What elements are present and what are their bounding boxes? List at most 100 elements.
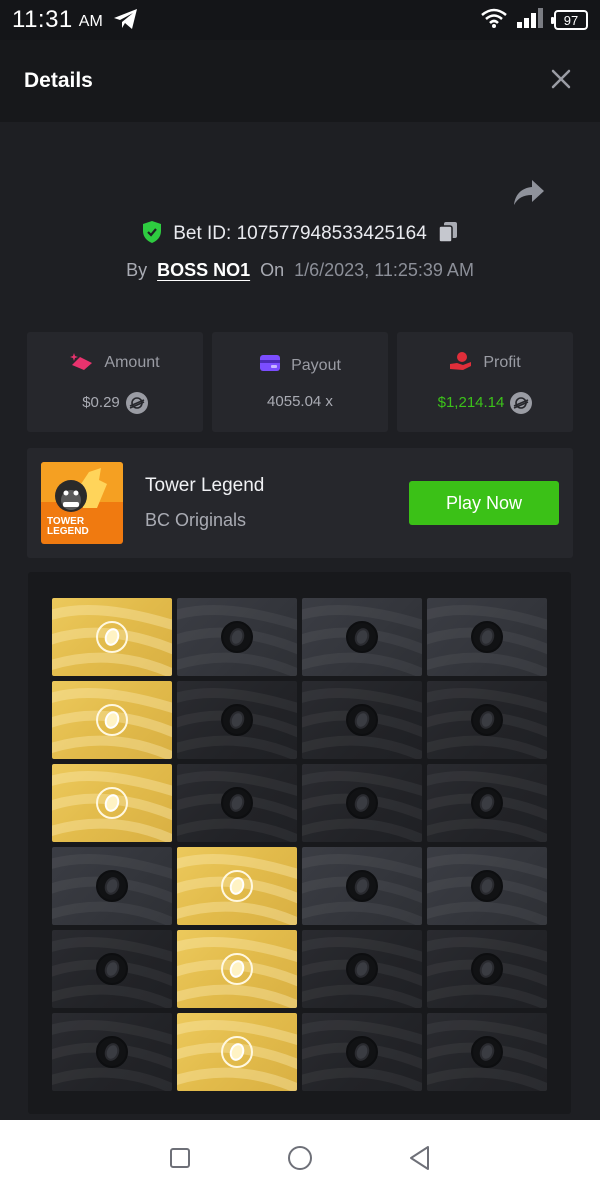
hidden-tile: [427, 598, 547, 676]
payout-label: Payout: [291, 356, 341, 374]
profit-value: $1,214.14: [437, 394, 505, 411]
egg-icon: [221, 621, 253, 653]
game-name[interactable]: Tower Legend: [145, 475, 264, 497]
back-button[interactable]: [400, 1140, 440, 1180]
egg-icon: [96, 704, 128, 736]
hidden-tile: [177, 764, 297, 842]
egg-icon: [346, 953, 378, 985]
signal-icon: [516, 7, 546, 34]
payout-card: Payout 4055.04 x: [212, 332, 388, 432]
game-card: TOWER LEGEND Tower Legend BC Originals P…: [27, 448, 573, 558]
recents-button[interactable]: [160, 1140, 200, 1180]
egg-icon: [471, 870, 503, 902]
amount-value: $0.29: [82, 394, 120, 411]
hidden-tile: [177, 681, 297, 759]
egg-icon: [96, 787, 128, 819]
copy-icon: [437, 220, 459, 249]
egg-icon: [471, 704, 503, 736]
egg-icon: [471, 953, 503, 985]
hidden-tile: [302, 681, 422, 759]
amount-card: Amount $0.29: [27, 332, 203, 432]
status-bar: 11:31 AM 97: [0, 0, 600, 40]
profit-icon: [449, 351, 473, 376]
hidden-tile: [427, 681, 547, 759]
egg-icon: [471, 787, 503, 819]
stellar-coin-icon: [510, 391, 533, 414]
bet-id-row: Bet ID: 107577948533425164: [0, 218, 600, 250]
hidden-tile: [302, 930, 422, 1008]
triangle-back-icon: [408, 1145, 432, 1176]
hidden-tile: [427, 1013, 547, 1091]
battery-indicator: 97: [551, 10, 588, 30]
egg-icon: [96, 870, 128, 902]
egg-icon: [346, 870, 378, 902]
hidden-tile: [302, 598, 422, 676]
payout-value: 4055.04 x: [267, 393, 333, 410]
hidden-tile: [302, 847, 422, 925]
close-button[interactable]: [546, 66, 576, 96]
hidden-tile: [177, 598, 297, 676]
hidden-tile: [52, 1013, 172, 1091]
bet-stats: Amount $0.29 Payout 4055.04 x Profit $1,…: [27, 332, 573, 432]
by-label: By: [126, 259, 148, 280]
tile-grid: [52, 598, 547, 1094]
telegram-icon: [113, 8, 139, 35]
copy-button[interactable]: [437, 220, 459, 249]
revealed-tile: [52, 764, 172, 842]
thumb-text-line2: LEGEND: [47, 526, 89, 537]
hidden-tile: [427, 930, 547, 1008]
egg-icon: [96, 953, 128, 985]
egg-icon: [96, 1036, 128, 1068]
system-nav-bar: [0, 1120, 600, 1200]
game-provider: BC Originals: [145, 510, 247, 530]
game-thumbnail[interactable]: TOWER LEGEND: [41, 462, 123, 544]
revealed-tile: [177, 847, 297, 925]
play-now-button[interactable]: Play Now: [409, 481, 559, 525]
hidden-tile: [302, 1013, 422, 1091]
circle-icon: [287, 1145, 313, 1176]
revealed-tile: [177, 1013, 297, 1091]
status-time: 11:31: [12, 6, 73, 33]
status-ampm: AM: [78, 13, 103, 30]
payout-icon: [259, 354, 281, 377]
egg-icon: [346, 1036, 378, 1068]
revealed-tile: [177, 930, 297, 1008]
egg-icon: [471, 1036, 503, 1068]
egg-icon: [221, 953, 253, 985]
square-icon: [169, 1147, 191, 1174]
amount-icon: [70, 351, 94, 376]
hidden-tile: [302, 764, 422, 842]
egg-icon: [221, 870, 253, 902]
stellar-coin-icon: [125, 391, 148, 414]
wifi-icon: [480, 7, 508, 34]
egg-icon: [346, 787, 378, 819]
on-label: On: [260, 259, 285, 280]
hidden-tile: [52, 930, 172, 1008]
page-title: Details: [24, 69, 93, 92]
egg-icon: [221, 704, 253, 736]
shield-check-icon: [141, 220, 163, 249]
egg-icon: [346, 621, 378, 653]
share-icon: [512, 180, 546, 212]
egg-icon: [221, 1036, 253, 1068]
amount-label: Amount: [104, 354, 160, 371]
egg-icon: [221, 787, 253, 819]
bet-author-row: By BOSS NO1 On 1/6/2023, 11:25:39 AM: [0, 256, 600, 284]
egg-icon: [471, 621, 503, 653]
bet-date: 1/6/2023, 11:25:39 AM: [294, 259, 474, 280]
revealed-tile: [52, 598, 172, 676]
hidden-tile: [427, 764, 547, 842]
egg-icon: [346, 704, 378, 736]
bet-id: Bet ID: 107577948533425164: [173, 223, 427, 244]
egg-icon: [96, 621, 128, 653]
revealed-tile: [52, 681, 172, 759]
share-button[interactable]: [512, 178, 546, 208]
status-icons: 97: [480, 7, 588, 34]
user-link[interactable]: BOSS NO1: [157, 260, 250, 281]
home-button[interactable]: [280, 1140, 320, 1180]
hidden-tile: [427, 847, 547, 925]
details-header: Details: [0, 40, 600, 122]
close-icon: [551, 69, 571, 94]
hidden-tile: [52, 847, 172, 925]
profit-label: Profit: [483, 354, 521, 371]
